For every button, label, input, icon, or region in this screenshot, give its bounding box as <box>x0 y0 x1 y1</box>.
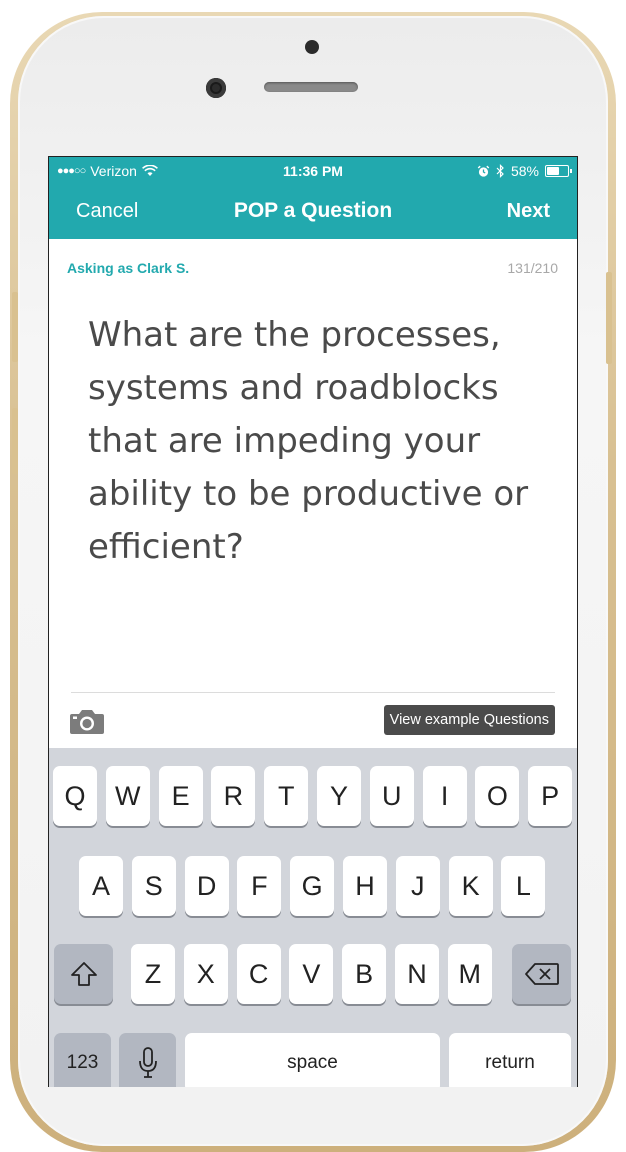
status-bar: ●●●○○ Verizon 11:36 PM 58% <box>49 157 577 184</box>
keyboard: 123 space return QWERTYUIOP ASDFGHJKL ZXCV… <box>49 748 577 1087</box>
volume-button <box>12 408 18 474</box>
asking-as-label[interactable]: Asking as Clark S. <box>67 260 189 276</box>
microphone-icon <box>138 1047 157 1078</box>
key-d[interactable]: D <box>184 856 229 916</box>
character-counter: 131/210 <box>507 260 558 276</box>
key-f[interactable]: F <box>237 856 282 916</box>
key-p[interactable]: P <box>528 766 573 826</box>
key-r[interactable]: R <box>211 766 256 826</box>
key-n[interactable]: N <box>395 944 439 1004</box>
status-right: 58% <box>477 163 572 179</box>
mute-switch <box>12 292 18 362</box>
backspace-key[interactable] <box>512 944 571 1004</box>
proximity-sensor <box>305 40 319 54</box>
page-title: POP a Question <box>233 199 393 222</box>
key-u[interactable]: U <box>369 766 414 826</box>
power-button <box>606 272 612 364</box>
shift-key[interactable] <box>54 944 113 1004</box>
phone-screen: ●●●○○ Verizon 11:36 PM 58% Cancel POP a … <box>48 156 578 1087</box>
key-j[interactable]: J <box>395 856 440 916</box>
space-key[interactable]: space <box>185 1033 440 1087</box>
battery-level <box>547 167 559 175</box>
key-t[interactable]: T <box>264 766 309 826</box>
key-m[interactable]: M <box>447 944 492 1004</box>
numbers-key[interactable]: 123 <box>54 1033 111 1087</box>
battery-percent: 58% <box>510 163 539 179</box>
return-key[interactable]: return <box>449 1033 571 1087</box>
key-a[interactable]: A <box>79 856 123 916</box>
key-q[interactable]: Q <box>53 766 97 826</box>
alarm-icon <box>477 165 490 177</box>
nav-bar: Cancel POP a Question Next <box>49 184 577 239</box>
question-text-area[interactable]: What are the processes, systems and road… <box>88 309 548 574</box>
divider <box>71 692 555 693</box>
key-y[interactable]: Y <box>317 766 361 826</box>
key-b[interactable]: B <box>342 944 387 1004</box>
key-h[interactable]: H <box>343 856 387 916</box>
battery-icon <box>545 165 572 177</box>
key-s[interactable]: S <box>131 856 176 916</box>
compose-meta: Asking as Clark S. 131/210 <box>49 239 577 279</box>
next-button[interactable]: Next <box>507 200 550 223</box>
camera-icon[interactable] <box>69 707 105 735</box>
key-e[interactable]: E <box>158 766 203 826</box>
key-v[interactable]: V <box>289 944 334 1004</box>
shift-icon <box>70 962 97 986</box>
microphone-key[interactable] <box>119 1033 176 1087</box>
key-l[interactable]: L <box>501 856 546 916</box>
key-o[interactable]: O <box>475 766 520 826</box>
key-g[interactable]: G <box>290 856 335 916</box>
front-camera <box>206 78 226 98</box>
earpiece-speaker <box>264 82 358 92</box>
view-example-questions-button[interactable]: View example Questions <box>383 705 555 735</box>
backspace-icon <box>524 963 559 985</box>
key-x[interactable]: X <box>183 944 228 1004</box>
key-c[interactable]: C <box>236 944 281 1004</box>
key-z[interactable]: Z <box>131 944 175 1004</box>
key-i[interactable]: I <box>422 766 467 826</box>
key-k[interactable]: K <box>448 856 493 916</box>
bluetooth-icon <box>496 164 504 178</box>
key-w[interactable]: W <box>105 766 150 826</box>
